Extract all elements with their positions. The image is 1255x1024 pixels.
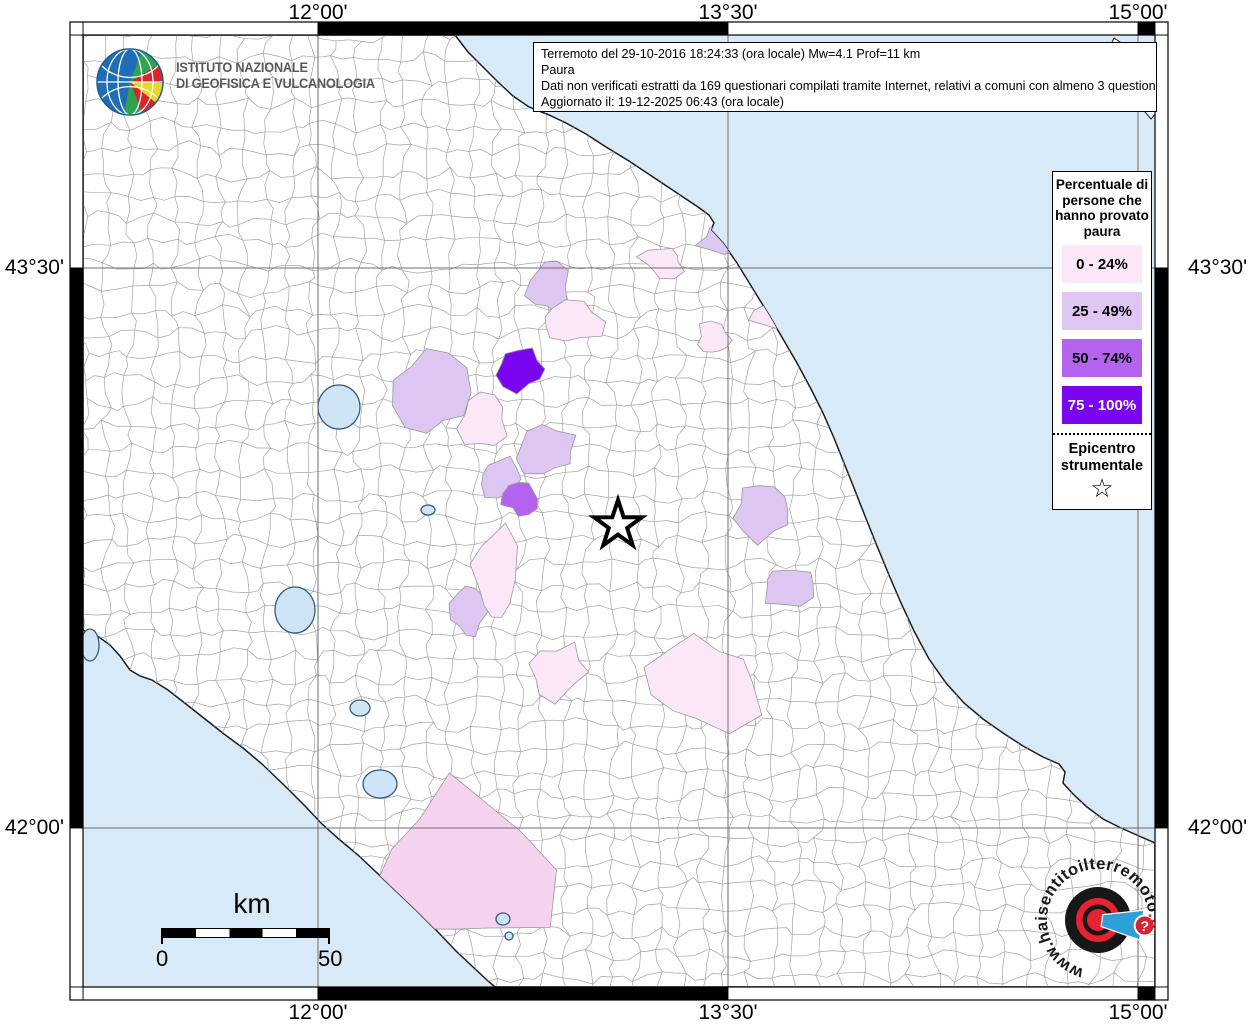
frame-segment (69, 267, 84, 829)
lake-3 (362, 769, 398, 799)
axis-label-right-42: 42°00' (1188, 816, 1248, 839)
scale-bar: km 0 50 (130, 888, 370, 978)
scale-tick-start (161, 928, 163, 944)
axis-label-left-42: 42°00' (4, 816, 64, 839)
ingv-name-line2: DI GEOFISICA E VULCANOLOGIA (176, 76, 375, 91)
frame-segment (1154, 267, 1169, 829)
ingv-logo: ISTITUTO NAZIONALE DI GEOFISICA E VULCAN… (94, 46, 424, 118)
ingv-globe-icon (96, 48, 164, 116)
axis-label-right-4330: 43°30' (1188, 256, 1248, 279)
legend-title: Percentuale di persone che hanno provato… (1055, 177, 1149, 239)
frame-segment (1154, 986, 1169, 1001)
event-metric: Paura (541, 63, 575, 78)
epicenter-star-icon: ☆ (1090, 473, 1114, 503)
frame-segment (1154, 827, 1169, 988)
scale-bar-unit: km (233, 888, 271, 919)
felt-region-class-2 (764, 570, 815, 607)
lake-4 (495, 912, 511, 926)
event-updated: Aggiornato il: 19-12-2025 06:43 (ora loc… (541, 95, 784, 110)
lake-6 (420, 504, 436, 516)
axis-label-bottom-1330: 13°30' (698, 1001, 758, 1024)
lake-7 (80, 628, 100, 662)
frame-segment (1137, 986, 1156, 1001)
ingv-name-line1: ISTITUTO NAZIONALE (176, 60, 308, 75)
frame-segment (317, 986, 729, 1001)
axis-label-top-1330: 13°30' (698, 1, 758, 24)
lake-2 (349, 699, 371, 717)
axis-label-bottom-12: 12°00' (288, 1001, 348, 1024)
event-title: Terremoto del 29-10-2016 18:24:33 (ora l… (541, 47, 921, 61)
frame-segment (69, 21, 84, 36)
frame-segment (82, 21, 319, 36)
legend-class-0-24: 0 - 24% (1062, 245, 1142, 283)
lake-0 (317, 384, 361, 430)
event-info-box: Terremoto del 29-10-2016 18:24:33 (ora l… (533, 42, 1157, 112)
map-canvas: ?www.haisentitoilterremoto.it (69, 21, 1171, 1001)
legend: Percentuale di persone che hanno provato… (1052, 171, 1152, 510)
axis-label-bottom-15: 15°00' (1108, 1001, 1168, 1024)
frame-segment (69, 986, 84, 1001)
legend-class-25-49: 25 - 49% (1062, 292, 1142, 330)
macroseismic-map-page: ? www.haisentitoilterremoto.it ISTITUTO N… (0, 0, 1255, 1024)
legend-epicenter-label: Epicentro strumentale (1060, 441, 1144, 474)
frame-segment (317, 21, 729, 36)
scale-tick-end (328, 928, 330, 944)
frame-segment (727, 21, 1139, 36)
legend-class-75-100: 75 - 100% (1062, 386, 1142, 424)
lake-1 (274, 586, 316, 634)
legend-class-50-74: 50 - 74% (1062, 339, 1142, 377)
scale-bar-min: 0 (156, 946, 169, 971)
scale-bar-max: 50 (318, 946, 343, 971)
legend-epicenter-section: Epicentro strumentale ☆ (1053, 433, 1151, 501)
axis-label-top-15: 15°00' (1108, 1, 1168, 24)
frame-segment (82, 986, 319, 1001)
axis-label-left-4330: 43°30' (4, 256, 64, 279)
lake-5 (504, 931, 514, 941)
frame-segment (69, 827, 84, 988)
ingv-name: ISTITUTO NAZIONALE DI GEOFISICA E VULCAN… (176, 60, 375, 92)
scale-bar-graphic (162, 928, 330, 938)
axis-label-top-12: 12°00' (288, 1, 348, 24)
frame-segment (727, 986, 1139, 1001)
event-note: Dati non verificati estratti da 169 ques… (541, 79, 1157, 94)
frame-segment (69, 34, 84, 269)
